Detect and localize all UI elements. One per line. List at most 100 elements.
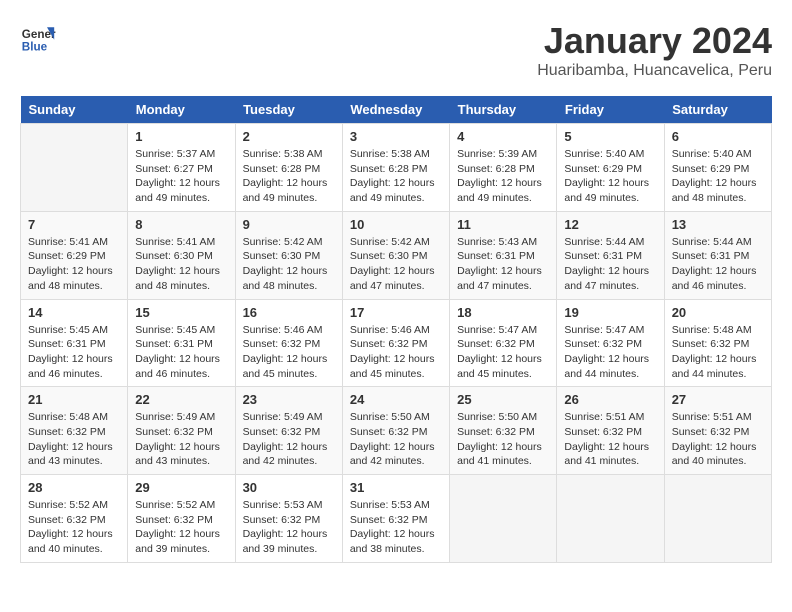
day-info: Sunrise: 5:40 AM Sunset: 6:29 PM Dayligh… [564,147,656,206]
page-title: January 2024 [537,20,772,62]
calendar-cell: 5 Sunrise: 5:40 AM Sunset: 6:29 PM Daylig… [557,124,664,212]
day-info: Sunrise: 5:42 AM Sunset: 6:30 PM Dayligh… [350,235,442,294]
day-info: Sunrise: 5:41 AM Sunset: 6:30 PM Dayligh… [135,235,227,294]
calendar-cell: 4 Sunrise: 5:39 AM Sunset: 6:28 PM Daylig… [450,124,557,212]
day-info: Sunrise: 5:53 AM Sunset: 6:32 PM Dayligh… [350,498,442,557]
header-day-saturday: Saturday [664,96,771,124]
header: General Blue January 2024 Huaribamba, Hu… [20,20,772,80]
calendar-cell: 31Sunrise: 5:53 AM Sunset: 6:32 PM Dayli… [342,475,449,563]
calendar-cell [664,475,771,563]
day-number: 14 [28,305,120,320]
day-number: 29 [135,480,227,495]
day-number: 23 [243,392,335,407]
day-number: 4 [457,129,549,144]
day-number: 24 [350,392,442,407]
calendar-week-4: 21 Sunrise: 5:48 AM Sunset: 6:32 PM Dayli… [21,387,772,475]
day-info: Sunrise: 5:43 AM Sunset: 6:31 PM Dayligh… [457,235,549,294]
title-area: January 2024 Huaribamba, Huancavelica, P… [537,20,772,80]
calendar-cell: 6 Sunrise: 5:40 AM Sunset: 6:29 PM Daylig… [664,124,771,212]
day-info: Sunrise: 5:51 AM Sunset: 6:32 PM Dayligh… [564,410,656,469]
header-day-sunday: Sunday [21,96,128,124]
calendar-cell: 24 Sunrise: 5:50 AM Sunset: 6:32 PM Dayli… [342,387,449,475]
calendar-cell: 12 Sunrise: 5:44 AM Sunset: 6:31 PM Dayli… [557,211,664,299]
calendar-cell: 9 Sunrise: 5:42 AM Sunset: 6:30 PM Daylig… [235,211,342,299]
calendar-cell: 7 Sunrise: 5:41 AM Sunset: 6:29 PM Daylig… [21,211,128,299]
calendar-cell: 13Sunrise: 5:44 AM Sunset: 6:31 PM Dayli… [664,211,771,299]
day-number: 9 [243,217,335,232]
header-day-tuesday: Tuesday [235,96,342,124]
calendar-cell: 27 Sunrise: 5:51 AM Sunset: 6:32 PM Dayli… [664,387,771,475]
day-number: 3 [350,129,442,144]
calendar-cell: 22 Sunrise: 5:49 AM Sunset: 6:32 PM Dayli… [128,387,235,475]
day-info: Sunrise: 5:37 AM Sunset: 6:27 PM Dayligh… [135,147,227,206]
day-info: Sunrise: 5:49 AM Sunset: 6:32 PM Dayligh… [135,410,227,469]
calendar-cell: 14 Sunrise: 5:45 AM Sunset: 6:31 PM Dayli… [21,299,128,387]
day-info: Sunrise: 5:52 AM Sunset: 6:32 PM Dayligh… [135,498,227,557]
calendar-cell: 29 Sunrise: 5:52 AM Sunset: 6:32 PM Dayli… [128,475,235,563]
day-number: 8 [135,217,227,232]
day-number: 30 [243,480,335,495]
day-info: Sunrise: 5:38 AM Sunset: 6:28 PM Dayligh… [243,147,335,206]
calendar-cell: 1 Sunrise: 5:37 AM Sunset: 6:27 PM Daylig… [128,124,235,212]
day-number: 22 [135,392,227,407]
day-number: 25 [457,392,549,407]
day-number: 1 [135,129,227,144]
day-info: Sunrise: 5:46 AM Sunset: 6:32 PM Dayligh… [243,323,335,382]
day-info: Sunrise: 5:49 AM Sunset: 6:32 PM Dayligh… [243,410,335,469]
calendar-cell: 15 Sunrise: 5:45 AM Sunset: 6:31 PM Dayli… [128,299,235,387]
calendar-cell: 23 Sunrise: 5:49 AM Sunset: 6:32 PM Dayli… [235,387,342,475]
calendar-cell: 28 Sunrise: 5:52 AM Sunset: 6:32 PM Dayli… [21,475,128,563]
calendar-cell: 11 Sunrise: 5:43 AM Sunset: 6:31 PM Dayli… [450,211,557,299]
calendar-cell: 30Sunrise: 5:53 AM Sunset: 6:32 PM Dayli… [235,475,342,563]
calendar-header-row: SundayMondayTuesdayWednesdayThursdayFrid… [21,96,772,124]
calendar-cell [557,475,664,563]
day-info: Sunrise: 5:46 AM Sunset: 6:32 PM Dayligh… [350,323,442,382]
day-number: 18 [457,305,549,320]
calendar-week-2: 7 Sunrise: 5:41 AM Sunset: 6:29 PM Daylig… [21,211,772,299]
calendar-cell: 26Sunrise: 5:51 AM Sunset: 6:32 PM Dayli… [557,387,664,475]
day-number: 16 [243,305,335,320]
day-number: 17 [350,305,442,320]
day-info: Sunrise: 5:51 AM Sunset: 6:32 PM Dayligh… [672,410,764,469]
day-number: 27 [672,392,764,407]
day-number: 7 [28,217,120,232]
day-info: Sunrise: 5:44 AM Sunset: 6:31 PM Dayligh… [672,235,764,294]
day-number: 12 [564,217,656,232]
day-info: Sunrise: 5:52 AM Sunset: 6:32 PM Dayligh… [28,498,120,557]
day-number: 28 [28,480,120,495]
day-info: Sunrise: 5:39 AM Sunset: 6:28 PM Dayligh… [457,147,549,206]
calendar-week-3: 14 Sunrise: 5:45 AM Sunset: 6:31 PM Dayli… [21,299,772,387]
day-info: Sunrise: 5:47 AM Sunset: 6:32 PM Dayligh… [457,323,549,382]
calendar-week-5: 28 Sunrise: 5:52 AM Sunset: 6:32 PM Dayli… [21,475,772,563]
day-info: Sunrise: 5:48 AM Sunset: 6:32 PM Dayligh… [672,323,764,382]
day-info: Sunrise: 5:48 AM Sunset: 6:32 PM Dayligh… [28,410,120,469]
day-number: 6 [672,129,764,144]
day-info: Sunrise: 5:47 AM Sunset: 6:32 PM Dayligh… [564,323,656,382]
day-number: 21 [28,392,120,407]
calendar-cell [450,475,557,563]
day-number: 11 [457,217,549,232]
day-info: Sunrise: 5:42 AM Sunset: 6:30 PM Dayligh… [243,235,335,294]
day-info: Sunrise: 5:45 AM Sunset: 6:31 PM Dayligh… [28,323,120,382]
calendar-cell: 20Sunrise: 5:48 AM Sunset: 6:32 PM Dayli… [664,299,771,387]
logo-icon: General Blue [20,20,56,56]
header-day-wednesday: Wednesday [342,96,449,124]
day-info: Sunrise: 5:41 AM Sunset: 6:29 PM Dayligh… [28,235,120,294]
day-info: Sunrise: 5:50 AM Sunset: 6:32 PM Dayligh… [350,410,442,469]
calendar-cell: 16 Sunrise: 5:46 AM Sunset: 6:32 PM Dayli… [235,299,342,387]
day-number: 5 [564,129,656,144]
day-info: Sunrise: 5:40 AM Sunset: 6:29 PM Dayligh… [672,147,764,206]
day-number: 15 [135,305,227,320]
day-info: Sunrise: 5:44 AM Sunset: 6:31 PM Dayligh… [564,235,656,294]
day-info: Sunrise: 5:50 AM Sunset: 6:32 PM Dayligh… [457,410,549,469]
day-number: 19 [564,305,656,320]
calendar-cell: 25 Sunrise: 5:50 AM Sunset: 6:32 PM Dayli… [450,387,557,475]
calendar-cell: 3 Sunrise: 5:38 AM Sunset: 6:28 PM Daylig… [342,124,449,212]
calendar-cell: 19 Sunrise: 5:47 AM Sunset: 6:32 PM Dayli… [557,299,664,387]
calendar-cell: 8 Sunrise: 5:41 AM Sunset: 6:30 PM Daylig… [128,211,235,299]
day-info: Sunrise: 5:38 AM Sunset: 6:28 PM Dayligh… [350,147,442,206]
page-subtitle: Huaribamba, Huancavelica, Peru [537,62,772,80]
calendar-cell: 17 Sunrise: 5:46 AM Sunset: 6:32 PM Dayli… [342,299,449,387]
header-day-friday: Friday [557,96,664,124]
day-info: Sunrise: 5:45 AM Sunset: 6:31 PM Dayligh… [135,323,227,382]
